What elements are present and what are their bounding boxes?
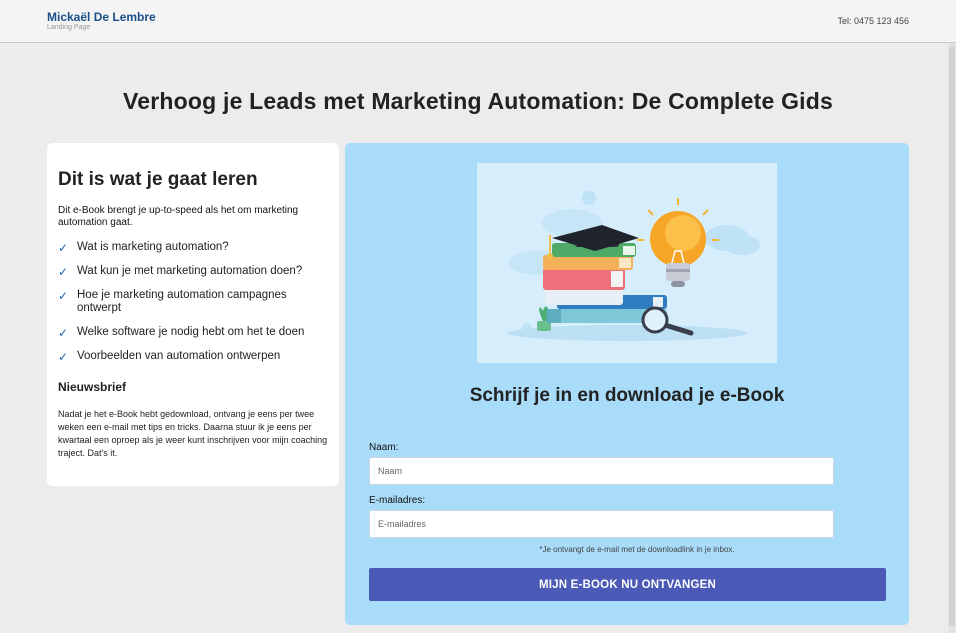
learn-list: ✓ Wat is marketing automation? ✓ Wat kun j… <box>58 241 328 364</box>
signup-card: Schrijf je in en download je e-Book Naam… <box>345 143 909 625</box>
brand-name[interactable]: Mickaël De Lembre <box>47 10 156 24</box>
scrollbar-thumb[interactable] <box>949 46 955 626</box>
learn-title: Dit is wat je gaat leren <box>58 169 258 190</box>
submit-button[interactable]: MIJN E-BOOK NU ONTVANGEN <box>369 568 886 601</box>
newsletter-text: Nadat je het e-Book hebt gedownload, ont… <box>58 409 328 458</box>
list-item: ✓ Wat is marketing automation? <box>58 241 328 255</box>
list-item-label: Wat is marketing automation? <box>77 241 229 253</box>
check-icon: ✓ <box>58 289 69 303</box>
name-field[interactable] <box>369 457 834 485</box>
email-field[interactable] <box>369 510 834 538</box>
list-item-label: Wat kun je met marketing automation doen… <box>77 265 303 277</box>
list-item: ✓ Wat kun je met marketing automation doe… <box>58 265 328 279</box>
brand-subtitle: Landing Page <box>47 24 91 31</box>
list-item: ✓ Voorbeelden van automation ontwerpen <box>58 350 328 364</box>
learn-intro: Dit e-Book brengt je up-to-speed als het… <box>58 205 299 228</box>
list-item: ✓ Hoe je marketing automation campagnes o… <box>58 289 328 315</box>
ebook-illustration <box>477 163 777 363</box>
name-label: Naam: <box>369 442 399 453</box>
list-item: ✓ Welke software je nodig hebt om het te … <box>58 326 328 340</box>
check-icon: ✓ <box>58 265 69 279</box>
email-label: E-mailadres: <box>369 495 426 506</box>
phone-number[interactable]: Tel: 0475 123 456 <box>837 16 909 26</box>
list-item-label: Hoe je marketing automation campagnes on… <box>77 289 287 314</box>
newsletter-title: Nieuwsbrief <box>58 380 127 394</box>
page-title: Verhoog je Leads met Marketing Automatio… <box>123 88 833 114</box>
check-icon: ✓ <box>58 350 69 364</box>
download-note: *Je ontvangt de e-mail met de downloadli… <box>539 545 735 554</box>
books-lightbulb-icon <box>507 191 760 341</box>
learn-card: Dit is wat je gaat leren Dit e-Book bren… <box>47 143 339 486</box>
list-item-label: Welke software je nodig hebt om het te d… <box>77 326 305 338</box>
form-title: Schrijf je in en download je e-Book <box>469 385 785 406</box>
top-bar: Mickaël De Lembre Landing Page Tel: 0475… <box>0 0 956 43</box>
list-item-label: Voorbeelden van automation ontwerpen <box>77 350 281 362</box>
check-icon: ✓ <box>58 326 69 340</box>
check-icon: ✓ <box>58 241 69 255</box>
